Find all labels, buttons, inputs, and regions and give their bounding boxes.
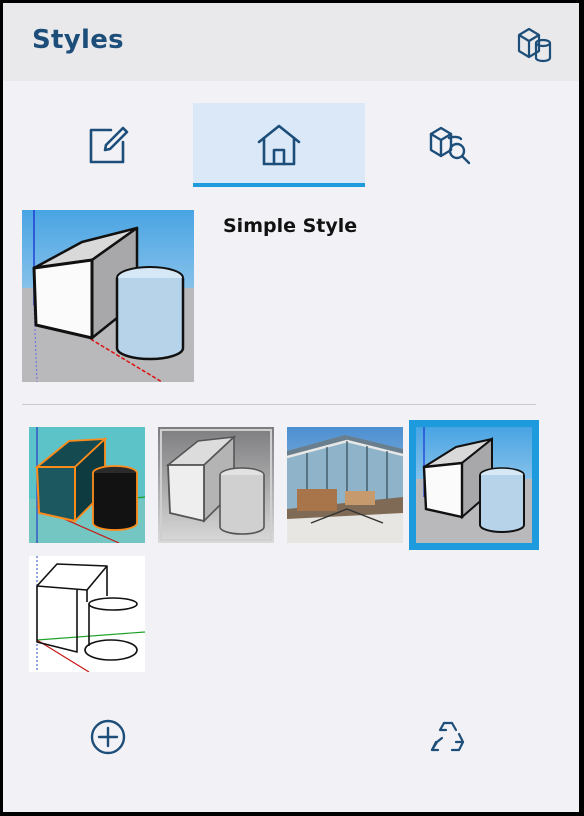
style-thumbnail[interactable] [29,556,145,672]
style-thumbnail[interactable] [287,427,403,543]
tab-browse[interactable] [364,103,536,187]
panel-header: Styles [3,3,579,81]
styles-panel: Styles Simple Style [3,3,579,812]
home-icon [257,124,301,166]
style-thumbnail[interactable] [29,427,145,543]
panel-title: Styles [32,25,124,55]
tab-edit[interactable] [22,103,194,187]
edit-icon [89,126,129,164]
styles-cubes-icon[interactable] [513,23,555,65]
search-model-icon [429,126,471,165]
tab-home[interactable] [193,103,365,187]
recycle-icon[interactable] [428,717,468,757]
current-style-preview [22,210,194,382]
style-thumbnail-selected[interactable] [409,420,539,550]
divider [22,404,536,405]
style-thumbnail[interactable] [158,427,274,543]
current-style-name: Simple Style [223,215,358,237]
add-circle-icon[interactable] [88,717,128,757]
